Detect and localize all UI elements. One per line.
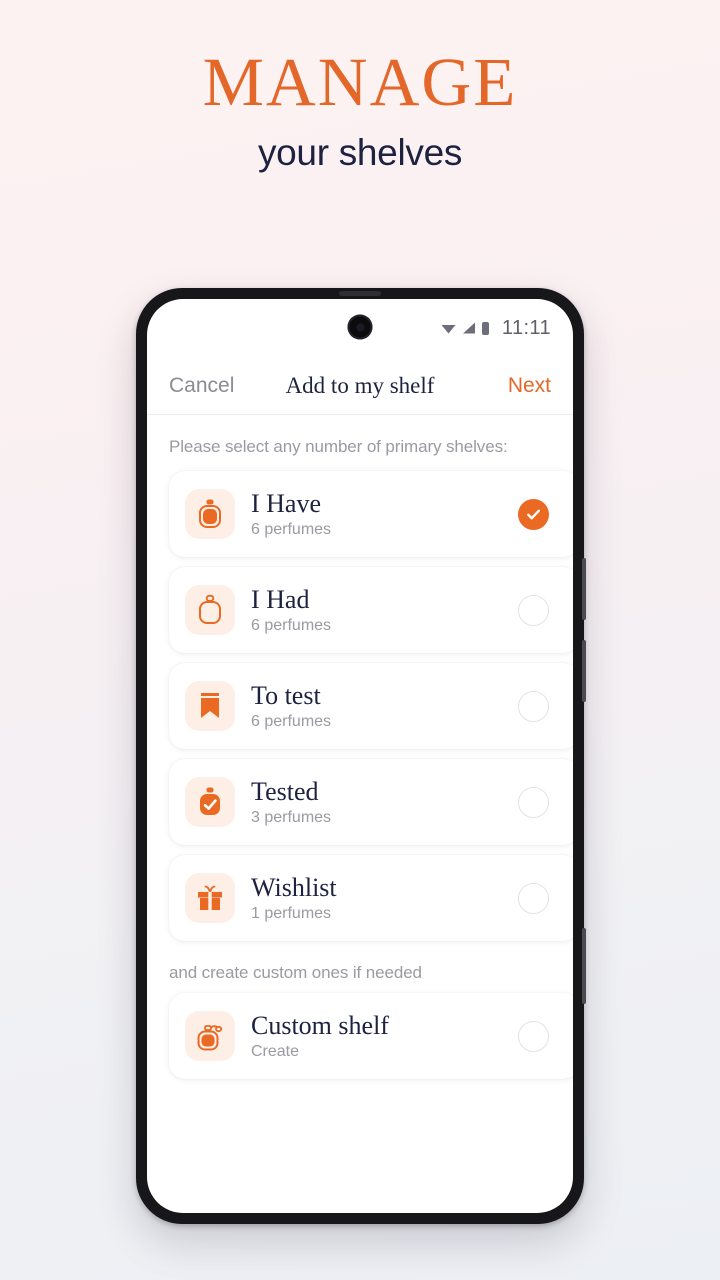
- page-title: MANAGE: [202, 44, 518, 120]
- shelf-title: To test: [251, 681, 321, 711]
- shelf-title: I Had: [251, 585, 310, 615]
- atomizer-bottle-icon: [185, 1011, 235, 1061]
- promo-header: MANAGE your shelves: [0, 0, 720, 174]
- shelf-select-toggle[interactable]: [518, 882, 549, 914]
- gift-icon: [185, 873, 235, 923]
- phone-mockup: 11:11 Cancel Add to my shelf Next Please…: [136, 288, 586, 1224]
- shelf-title: Tested: [251, 777, 319, 807]
- check-icon: [527, 509, 540, 519]
- shelf-card[interactable]: Wishlist 1 perfumes: [169, 855, 573, 941]
- shelf-title: Custom shelf: [251, 1011, 389, 1041]
- shelf-card-text: I Have 6 perfumes: [251, 489, 518, 539]
- shelf-select-toggle[interactable]: [518, 786, 549, 818]
- custom-shelves-label: and create custom ones if needed: [169, 963, 422, 982]
- navigation-bar: Cancel Add to my shelf Next: [147, 357, 573, 415]
- shelf-select-toggle[interactable]: [518, 594, 549, 626]
- power-button[interactable]: [582, 928, 586, 1004]
- volume-down-button[interactable]: [582, 640, 586, 702]
- status-bar: 11:11: [147, 299, 573, 357]
- wifi-icon: [441, 324, 456, 333]
- cancel-button[interactable]: Cancel: [169, 374, 234, 398]
- battery-icon: [481, 321, 489, 335]
- shelf-card[interactable]: To test 6 perfumes: [169, 663, 573, 749]
- shelf-title: I Have: [251, 489, 322, 519]
- volume-up-button[interactable]: [582, 558, 586, 620]
- shelf-card-text: Wishlist 1 perfumes: [251, 873, 518, 923]
- perfume-bottle-filled-icon: [185, 489, 235, 539]
- shelf-card[interactable]: Custom shelf Create: [169, 993, 573, 1079]
- shelf-card[interactable]: I Have 6 perfumes: [169, 471, 573, 557]
- shelf-count: Create: [251, 1042, 300, 1060]
- shelf-card[interactable]: Tested 3 perfumes: [169, 759, 573, 845]
- primary-shelves-label: Please select any number of primary shel…: [169, 437, 508, 456]
- signal-icon: [462, 322, 475, 334]
- shelf-count: 6 perfumes: [251, 520, 332, 538]
- perfume-bottle-outline-icon: [185, 585, 235, 635]
- shelf-card-text: Custom shelf Create: [251, 1011, 518, 1061]
- shelf-select-toggle[interactable]: [518, 498, 549, 530]
- page-subtitle: your shelves: [257, 132, 463, 174]
- shelf-select-toggle[interactable]: [518, 1020, 549, 1052]
- shelf-card-text: To test 6 perfumes: [251, 681, 518, 731]
- shelf-card-text: Tested 3 perfumes: [251, 777, 518, 827]
- perfume-bottle-check-icon: [185, 777, 235, 827]
- shelf-count: 6 perfumes: [251, 616, 332, 634]
- shelf-title: Wishlist: [251, 873, 337, 903]
- shelf-count: 6 perfumes: [251, 712, 332, 730]
- shelf-count: 1 perfumes: [251, 904, 332, 922]
- bookmark-icon: [185, 681, 235, 731]
- next-button[interactable]: Next: [508, 374, 551, 398]
- shelf-card[interactable]: I Had 6 perfumes: [169, 567, 573, 653]
- shelf-card-text: I Had 6 perfumes: [251, 585, 518, 635]
- custom-shelf-list: Custom shelf Create: [147, 993, 573, 1079]
- phone-screen: 11:11 Cancel Add to my shelf Next Please…: [147, 299, 573, 1213]
- shelf-selection-content: Please select any number of primary shel…: [147, 415, 573, 1213]
- front-camera-icon: [347, 314, 373, 340]
- primary-shelf-list: I Have 6 perfumes I Had 6 perfumes To te…: [147, 471, 573, 941]
- shelf-select-toggle[interactable]: [518, 690, 549, 722]
- shelf-count: 3 perfumes: [251, 808, 332, 826]
- status-clock: 11:11: [501, 316, 551, 339]
- status-icons: [441, 321, 489, 335]
